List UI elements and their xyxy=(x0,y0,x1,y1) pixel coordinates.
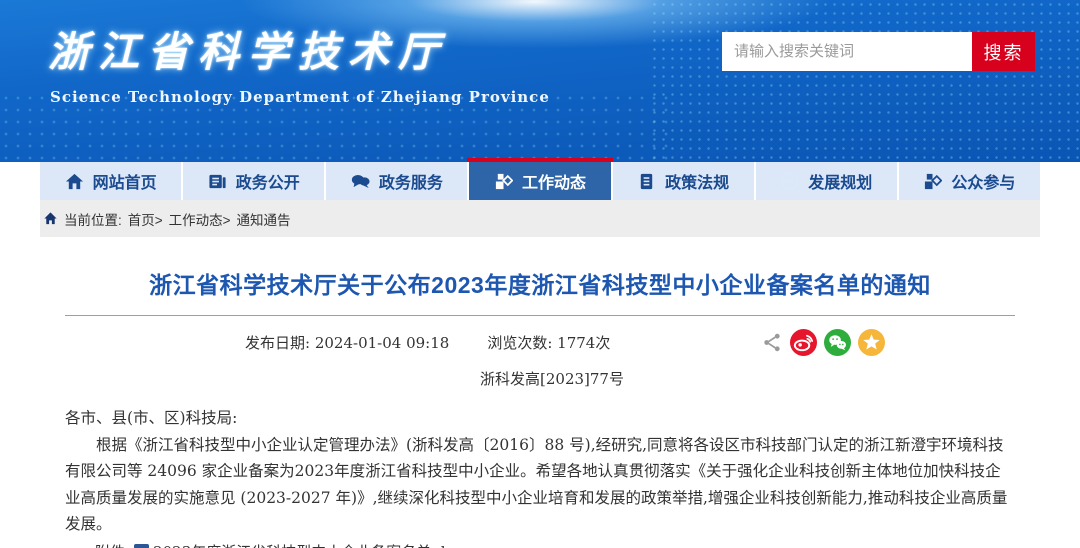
wechat-icon[interactable] xyxy=(824,329,851,356)
breadcrumb-prefix: 当前位置: xyxy=(64,209,122,229)
attachment-label: 附件: xyxy=(95,541,130,548)
breadcrumb-home-icon xyxy=(43,211,58,226)
newspaper-icon xyxy=(208,172,227,191)
article-title: 浙江省科学技术厅关于公布2023年度浙江省科技型中小企业备案名单的通知 xyxy=(65,266,1015,316)
nav-item-gov-disclosure[interactable]: 政务公开 xyxy=(183,162,326,200)
breadcrumb: 当前位置: 首页> 工作动态> 通知通告 xyxy=(40,200,1040,237)
grid-diamond-icon xyxy=(923,172,942,191)
chat-bubbles-icon xyxy=(351,172,370,191)
nav-item-label: 政务服务 xyxy=(379,169,443,193)
nav-item-development-plans[interactable]: 发展规划 xyxy=(756,162,899,200)
nav-item-home[interactable]: 网站首页 xyxy=(40,162,183,200)
document-number: 浙科发高[2023]77号 xyxy=(480,368,1015,389)
share-nodes-icon[interactable] xyxy=(762,332,783,353)
publish-date: 发布日期: 2024-01-04 09:18 xyxy=(245,332,449,353)
attachment-link[interactable]: 2023年度浙江省科技型中小企业备案名单.docx xyxy=(153,541,471,548)
home-icon xyxy=(65,172,84,191)
nav-item-gov-services[interactable]: 政务服务 xyxy=(326,162,469,200)
nav-item-label: 网站首页 xyxy=(93,169,157,193)
attachment-row: 附件: W 2023年度浙江省科技型中小企业备案名单.docx xyxy=(65,541,1015,548)
search-box: 搜索 xyxy=(722,32,1035,71)
word-doc-icon: W xyxy=(134,544,149,548)
breadcrumb-link-notices[interactable]: 通知通告 xyxy=(237,209,291,229)
breadcrumb-link-home[interactable]: 首页> xyxy=(128,209,163,229)
weibo-icon[interactable] xyxy=(790,329,817,356)
nav-item-public-participation[interactable]: 公众参与 xyxy=(899,162,1040,200)
article-meta: 发布日期: 2024-01-04 09:18 浏览次数: 1774次 xyxy=(65,329,1015,356)
share-buttons xyxy=(762,329,885,356)
publish-date-label: 发布日期: xyxy=(245,334,310,352)
search-button[interactable]: 搜索 xyxy=(972,32,1035,71)
view-count-label: 浏览次数: xyxy=(487,334,552,352)
search-input[interactable] xyxy=(722,32,972,71)
view-count: 浏览次数: 1774次 xyxy=(487,332,610,353)
nav-item-label: 政务公开 xyxy=(236,169,300,193)
body-paragraph: 根据《浙江省科技型中小企业认定管理办法》(浙科发高〔2016〕88 号),经研究… xyxy=(65,432,1015,538)
document-icon xyxy=(637,172,656,191)
main-navigation: 网站首页 政务公开 政务服务 工作动态 政策法规 xyxy=(0,162,1080,200)
qzone-icon[interactable] xyxy=(858,329,885,356)
grid-diamond-icon xyxy=(494,172,513,191)
nav-item-label: 发展规划 xyxy=(808,169,872,193)
site-subtitle: Science Technology Department of Zhejian… xyxy=(40,88,1040,106)
publish-date-value: 2024-01-04 09:18 xyxy=(315,334,449,352)
nav-item-policies[interactable]: 政策法规 xyxy=(613,162,756,200)
article-content: 浙江省科学技术厅关于公布2023年度浙江省科技型中小企业备案名单的通知 发布日期… xyxy=(40,266,1040,548)
nav-item-work-news[interactable]: 工作动态 xyxy=(469,162,612,200)
nav-item-label: 工作动态 xyxy=(522,169,586,193)
breadcrumb-link-work-news[interactable]: 工作动态> xyxy=(169,209,231,229)
site-banner: 浙江省科学技术厅 Science Technology Department o… xyxy=(0,0,1080,162)
nav-item-label: 政策法规 xyxy=(665,169,729,193)
article-body: 各市、县(市、区)科技局: 根据《浙江省科技型中小企业认定管理办法》(浙科发高〔… xyxy=(65,405,1015,538)
nav-item-label: 公众参与 xyxy=(951,169,1015,193)
view-count-value: 1774次 xyxy=(557,334,610,352)
salutation: 各市、县(市、区)科技局: xyxy=(65,405,1015,432)
handshake-icon xyxy=(780,172,799,191)
